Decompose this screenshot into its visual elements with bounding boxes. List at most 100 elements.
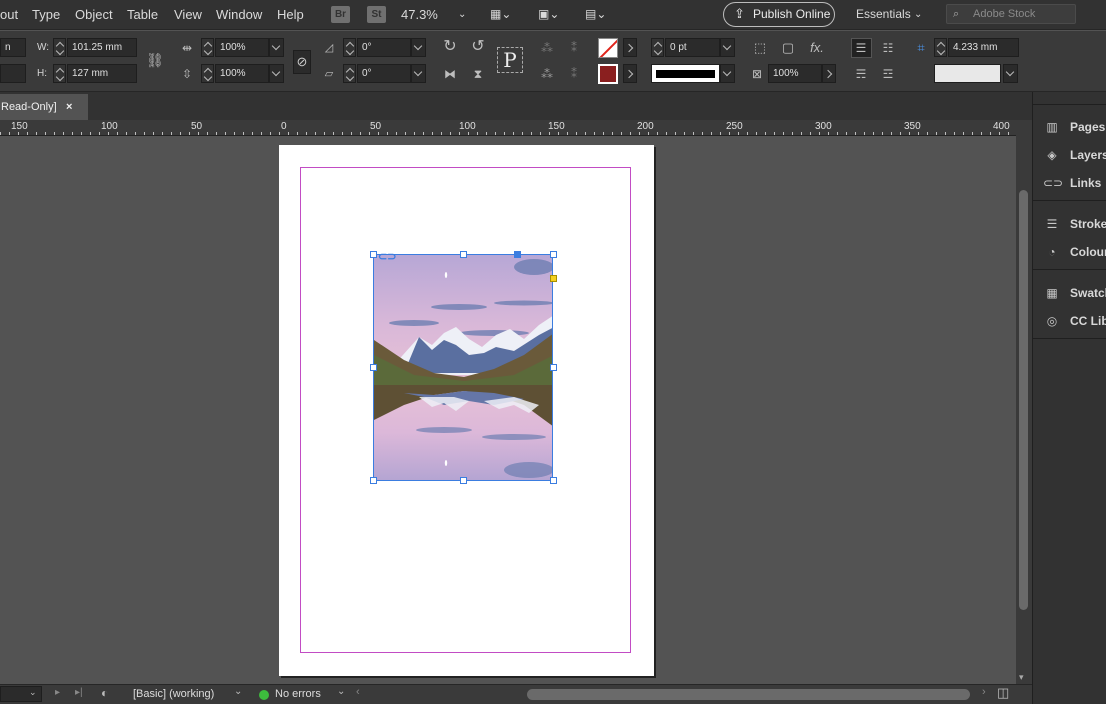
stroke-weight-stepper[interactable] (651, 38, 664, 57)
resize-handle-top[interactable] (460, 251, 467, 258)
rotate-dropdown[interactable] (411, 38, 426, 57)
scale-x-stepper[interactable] (201, 38, 214, 57)
panel-layers[interactable]: ◈ Layers (1043, 145, 1106, 165)
constrain-scale-icon[interactable]: ⊘ (293, 50, 311, 74)
rotate-clockwise-icon[interactable]: ↻ (441, 38, 459, 56)
live-corner-handle[interactable] (550, 275, 557, 282)
menu-window[interactable]: Window (216, 7, 262, 22)
wrap-shape-icon[interactable]: ☴ (852, 65, 870, 83)
arrange-documents-icon[interactable]: ▤⌄ (585, 7, 606, 21)
height-field[interactable]: 127 mm (67, 64, 137, 83)
screen-mode-icon[interactable]: ▦⌄ (490, 7, 511, 21)
menu-type[interactable]: Type (32, 7, 60, 22)
menu-view[interactable]: View (174, 7, 202, 22)
width-stepper[interactable] (53, 38, 66, 57)
scroll-right-icon[interactable]: › (982, 686, 986, 698)
last-page-icon[interactable]: ▸| (75, 687, 83, 698)
resize-handle-top-right[interactable] (550, 251, 557, 258)
stroke-dropdown[interactable] (623, 64, 637, 83)
panel-swatches[interactable]: ▦ Swatch (1043, 283, 1106, 303)
constrain-proportions-icon[interactable]: ⛓ (146, 51, 164, 69)
opacity-dropdown[interactable] (822, 64, 836, 83)
vertical-scroll-thumb[interactable] (1019, 190, 1028, 610)
wrap-jump-icon[interactable]: ☲ (879, 65, 897, 83)
resize-handle-bottom-right[interactable] (550, 477, 557, 484)
close-tab-icon[interactable]: × (66, 94, 72, 120)
x-field[interactable]: n (0, 38, 26, 57)
object-style-dropdown[interactable] (1003, 64, 1018, 83)
resize-handle-right[interactable] (550, 364, 557, 371)
page-number-field[interactable]: ⌄ (0, 686, 42, 702)
fill-dropdown[interactable] (623, 38, 637, 57)
resize-handle-top-left[interactable] (370, 251, 377, 258)
page-dropdown-icon[interactable]: ⌄ (29, 687, 37, 698)
drop-shadow-icon[interactable]: ⬚ (751, 39, 769, 57)
rotate-stepper[interactable] (343, 38, 356, 57)
content-grabber-handle[interactable] (514, 251, 521, 258)
publish-online-button[interactable]: ⇪ Publish Online (723, 2, 835, 27)
zoom-level[interactable]: 47.3% (401, 7, 438, 22)
select-next-icon[interactable]: ⁑ (565, 65, 583, 83)
offset-field[interactable]: 4.233 mm (948, 38, 1019, 57)
flip-horizontal-icon[interactable]: ⧓ (441, 65, 459, 83)
scale-x-dropdown[interactable] (269, 38, 284, 57)
wrap-bounding-icon[interactable]: ☷ (879, 39, 897, 57)
workspace-dropdown-icon[interactable]: ⌄ (914, 9, 922, 20)
fill-swatch[interactable] (598, 38, 618, 58)
opacity-field[interactable]: 100% (768, 64, 822, 83)
scale-x-field[interactable]: 100% (215, 38, 269, 57)
menu-layout[interactable]: out (0, 7, 18, 22)
height-stepper[interactable] (53, 64, 66, 83)
panel-colour[interactable]: ◔ Colour (1043, 242, 1106, 262)
preflight-profile[interactable]: [Basic] (working) (133, 688, 214, 700)
vertical-scrollbar[interactable]: ▾ (1016, 120, 1032, 684)
rotate-counterclockwise-icon[interactable]: ↺ (469, 38, 487, 56)
panel-pages[interactable]: ▥ Pages (1043, 117, 1105, 137)
panel-links[interactable]: ⊂⊃ Links (1043, 173, 1101, 193)
profile-dropdown-icon[interactable]: ⌄ (234, 686, 242, 697)
rotate-field[interactable]: 0° (357, 38, 411, 57)
document-tab[interactable]: Read-Only] × (0, 94, 88, 120)
shear-dropdown[interactable] (411, 64, 426, 83)
panel-cc-libraries[interactable]: ◎ CC Libr (1043, 311, 1106, 331)
next-page-icon[interactable]: ▸ (55, 687, 60, 698)
resize-handle-bottom[interactable] (460, 477, 467, 484)
split-window-icon[interactable]: ◫ (997, 685, 1009, 701)
stroke-weight-dropdown[interactable] (720, 38, 735, 57)
width-field[interactable]: 101.25 mm (67, 38, 137, 57)
scale-y-stepper[interactable] (201, 64, 214, 83)
reference-point-p-icon[interactable]: P (497, 47, 523, 73)
stroke-type-selector[interactable] (651, 64, 720, 83)
horizontal-scroll-thumb[interactable] (527, 689, 970, 700)
linked-image-icon[interactable]: ⊂⊃ (378, 250, 396, 263)
shear-stepper[interactable] (343, 64, 356, 83)
select-container-icon[interactable]: ⁂ (538, 39, 556, 57)
select-previous-icon[interactable]: ⁑ (565, 39, 583, 57)
shear-field[interactable]: 0° (357, 64, 411, 83)
scale-y-field[interactable]: 100% (215, 64, 269, 83)
adobe-stock-search[interactable]: ⌕ Adobe Stock (946, 4, 1076, 24)
panel-stroke[interactable]: ☰ Stroke (1043, 214, 1106, 234)
menu-table[interactable]: Table (127, 7, 158, 22)
select-content-icon[interactable]: ⁂ (538, 65, 556, 83)
effects-fx-icon[interactable]: fx. (808, 39, 826, 57)
scroll-down-icon[interactable]: ▾ (1019, 672, 1024, 683)
stroke-weight-field[interactable]: 0 pt (665, 38, 720, 57)
resize-handle-left[interactable] (370, 364, 377, 371)
bridge-button[interactable]: Br (331, 6, 350, 23)
preflight-icon[interactable]: ◐ (101, 686, 108, 700)
stroke-swatch[interactable] (598, 64, 618, 84)
stroke-type-dropdown[interactable] (720, 64, 735, 83)
pasteboard[interactable]: ⊂⊃ (0, 137, 1016, 684)
flip-vertical-icon[interactable]: ⧗ (469, 65, 487, 83)
text-wrap-icon[interactable]: ▢ (779, 39, 797, 57)
errors-dropdown-icon[interactable]: ⌄ (337, 686, 345, 697)
menu-object[interactable]: Object (75, 7, 113, 22)
document-page[interactable]: ⊂⊃ (279, 145, 654, 676)
zoom-dropdown-icon[interactable]: ⌄ (458, 9, 466, 20)
y-field[interactable] (0, 64, 26, 83)
menu-help[interactable]: Help (277, 7, 304, 22)
scroll-left-icon[interactable]: ‹ (356, 686, 360, 698)
image-frame[interactable] (373, 254, 553, 481)
workspace-switcher[interactable]: Essentials (856, 7, 911, 21)
